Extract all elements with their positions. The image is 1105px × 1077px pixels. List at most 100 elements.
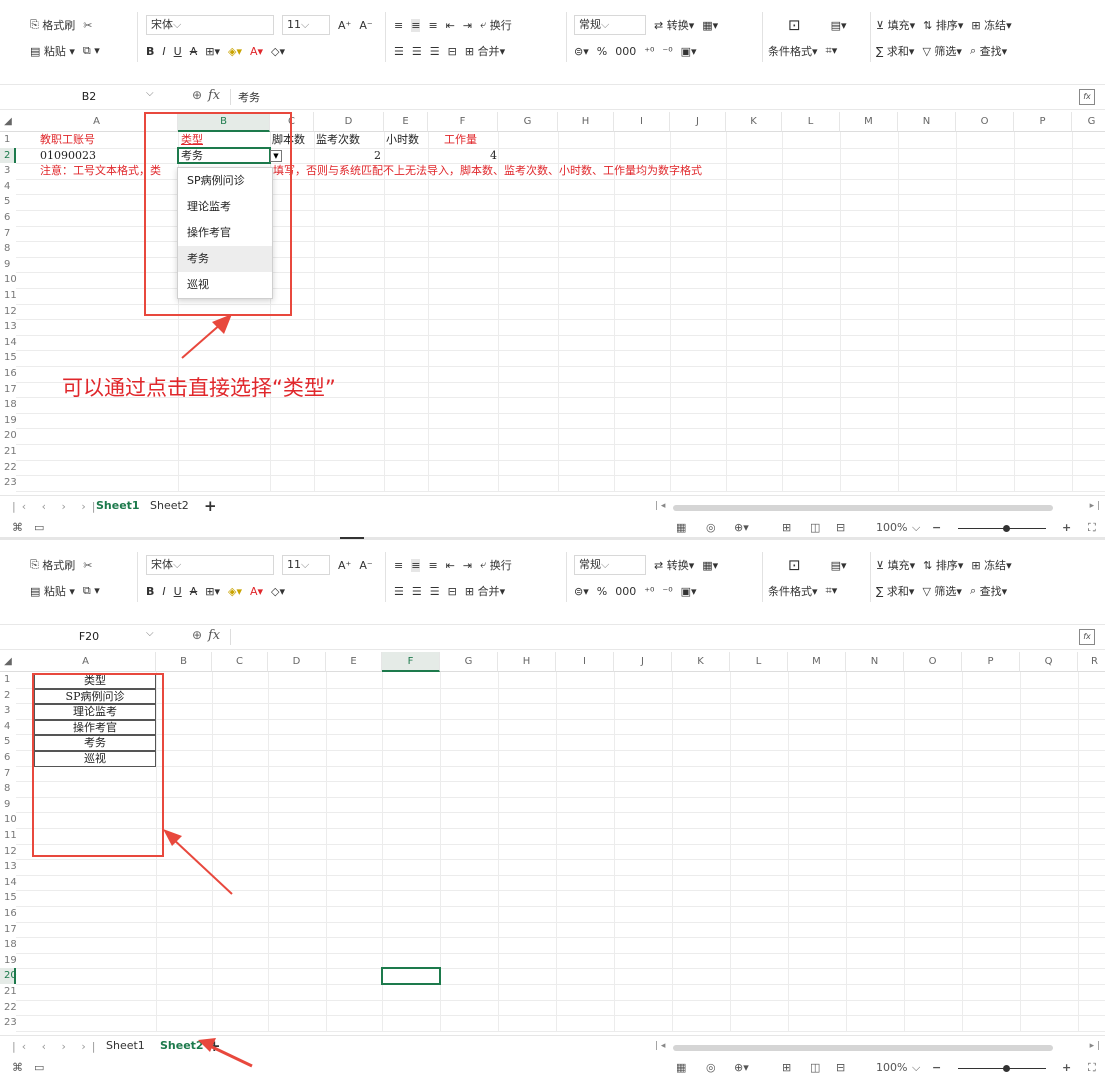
formula-input[interactable]: 考务 [238, 89, 260, 105]
eraser-icon[interactable]: ◇▾ [271, 45, 285, 58]
column-header-j[interactable]: J [670, 112, 726, 132]
rows-cols-icon[interactable]: ▦▾ [702, 19, 718, 32]
column-header-m[interactable]: M [788, 652, 846, 672]
column-header-f[interactable]: F [382, 652, 440, 672]
column-header-c[interactable]: C [212, 652, 268, 672]
filter-button[interactable]: ▽ 筛选 ▾ [922, 583, 962, 599]
column-header-d[interactable]: D [268, 652, 326, 672]
column-header-p[interactable]: P [1014, 112, 1072, 132]
align-center-icon[interactable]: ☰ [412, 585, 422, 598]
macro-icon[interactable]: ⌘ [12, 1061, 23, 1074]
fullscreen-icon[interactable]: ⛶ [1088, 1061, 1096, 1075]
font-size-select[interactable]: 11 ⌵ [282, 555, 330, 575]
tab-sheet2[interactable]: Sheet2 [160, 1039, 204, 1052]
fullscreen-icon[interactable]: ⛶ [1088, 521, 1096, 535]
horizontal-scrollbar[interactable]: | ◂ ▸ | [655, 501, 1100, 511]
indent-decrease-icon[interactable]: ⇤ [446, 559, 455, 572]
decimal-increase-icon[interactable]: ⁺⁰ [644, 45, 654, 58]
decimal-decrease-icon[interactable]: ⁻⁰ [662, 585, 672, 598]
row-header[interactable]: 2 [0, 147, 16, 164]
zoom-out-button[interactable]: − [932, 1061, 941, 1074]
eraser-icon[interactable]: ◇▾ [271, 585, 285, 598]
sort-button[interactable]: ⇅ 排序 ▾ [923, 557, 963, 573]
function-icon[interactable]: fx [208, 628, 220, 643]
row-header[interactable]: 11 [0, 288, 17, 304]
chevron-down-icon[interactable]: ⌵ [146, 88, 154, 99]
row-header[interactable]: 21 [0, 444, 17, 460]
function-icon[interactable]: fx [208, 88, 220, 103]
eye-icon[interactable]: ◎ [706, 1061, 716, 1074]
column-header-g[interactable]: G [498, 112, 558, 132]
row-header[interactable]: 4 [0, 718, 16, 735]
conditional-format-icon[interactable]: ⊡ [788, 16, 801, 34]
row-header[interactable]: 2 [0, 687, 16, 704]
eye-icon[interactable]: ◎ [706, 521, 716, 534]
wrap-button[interactable]: ⤶ 换行 [480, 17, 512, 33]
merge-button[interactable]: ⊞ 合并 ▾ [465, 583, 505, 599]
fill-button[interactable]: ⊻ 填充 ▾ [876, 17, 915, 33]
column-header-e[interactable]: E [384, 112, 428, 132]
sheet-grid[interactable]: ◢ A B C D E F G H I J K L M N O P Q R 12… [0, 652, 1105, 1032]
font-name-select[interactable]: 宋体 ⌵ [146, 555, 274, 575]
row-header[interactable]: 6 [0, 210, 16, 226]
row-header[interactable]: 11 [0, 828, 17, 844]
horizontal-scrollbar[interactable]: | ◂ ▸ | [655, 1041, 1100, 1051]
align-middle-icon[interactable]: ≡ [411, 558, 421, 572]
page-layout-icon[interactable]: ◫ [810, 521, 820, 534]
strikethrough-button[interactable]: A [190, 585, 198, 598]
zoom-slider-thumb[interactable] [1003, 1065, 1010, 1072]
select-all-corner[interactable]: ◢ [0, 652, 16, 672]
row-header[interactable]: 23 [0, 475, 17, 491]
align-top-icon[interactable]: ≡ [394, 19, 403, 32]
row-header[interactable]: 7 [0, 765, 16, 782]
cell-style-icon[interactable]: ▤▾ [831, 19, 847, 32]
row-header[interactable]: 16 [0, 906, 17, 922]
cell-c2[interactable]: 2 [374, 149, 381, 163]
row-header[interactable]: 5 [0, 194, 16, 210]
table-style-icon[interactable]: ▣▾ [681, 585, 697, 598]
cell-a3-note-end[interactable]: 填写，否则与系统匹配不上无法导入，脚本数、监考次数、小时数、工作量均为数字格式 [273, 164, 702, 178]
indent-increase-icon[interactable]: ⇥ [463, 19, 472, 32]
cut-icon[interactable]: ✂ [83, 19, 92, 32]
cell-size-icon[interactable]: ⌗▾ [826, 584, 838, 598]
row-header[interactable]: 16 [0, 366, 17, 382]
decimal-decrease-icon[interactable]: ⁻⁰ [662, 45, 672, 58]
row-header[interactable]: 12 [0, 303, 17, 320]
column-header-o[interactable]: O [956, 112, 1014, 132]
zoom-slider-thumb[interactable] [1003, 525, 1010, 532]
freeze-button[interactable]: ⊞ 冻结 ▾ [971, 17, 1011, 33]
format-painter-button[interactable]: ⎘ 格式刷 [30, 557, 75, 573]
expand-formula-icon[interactable]: fx [1079, 629, 1095, 645]
zoom-in-button[interactable]: + [1062, 521, 1071, 534]
column-header-g2[interactable]: G [1072, 112, 1105, 132]
column-header-i[interactable]: I [556, 652, 614, 672]
find-button[interactable]: ⌕ 查找 ▾ [970, 583, 1007, 599]
cell-a2[interactable]: 01090023 [40, 149, 96, 163]
row-header[interactable]: 13 [0, 859, 17, 875]
column-header-j[interactable]: J [614, 652, 672, 672]
row-header[interactable]: 10 [0, 272, 17, 288]
row-header[interactable]: 17 [0, 381, 17, 398]
cell-style-icon[interactable]: ▤▾ [831, 559, 847, 572]
italic-button[interactable]: I [162, 45, 165, 58]
column-header-k[interactable]: K [672, 652, 730, 672]
column-header-h[interactable]: H [498, 652, 556, 672]
cell-e1[interactable]: 小时数 [386, 133, 419, 147]
wrap-button[interactable]: ⤶ 换行 [480, 557, 512, 573]
row-header[interactable]: 19 [0, 412, 17, 429]
filter-button[interactable]: ▽ 筛选 ▾ [922, 43, 962, 59]
column-header-o[interactable]: O [904, 652, 962, 672]
locate-icon[interactable]: ⊕▾ [734, 1061, 749, 1074]
sum-button[interactable]: ∑ 求和 ▾ [876, 43, 914, 59]
row-header[interactable]: 22 [0, 459, 17, 476]
paste-button[interactable]: ▤ 粘贴 ▾ [30, 43, 75, 59]
column-header-m[interactable]: M [840, 112, 898, 132]
zoom-level[interactable]: 100% [876, 1061, 907, 1074]
align-bottom-icon[interactable]: ≡ [428, 19, 437, 32]
page-icon[interactable]: ▭ [34, 1061, 44, 1074]
distribute-icon[interactable]: ⊟ [448, 45, 457, 58]
locate-icon[interactable]: ⊕▾ [734, 521, 749, 534]
column-header-n[interactable]: N [898, 112, 956, 132]
align-right-icon[interactable]: ☰ [430, 45, 440, 58]
bold-button[interactable]: B [146, 585, 154, 598]
